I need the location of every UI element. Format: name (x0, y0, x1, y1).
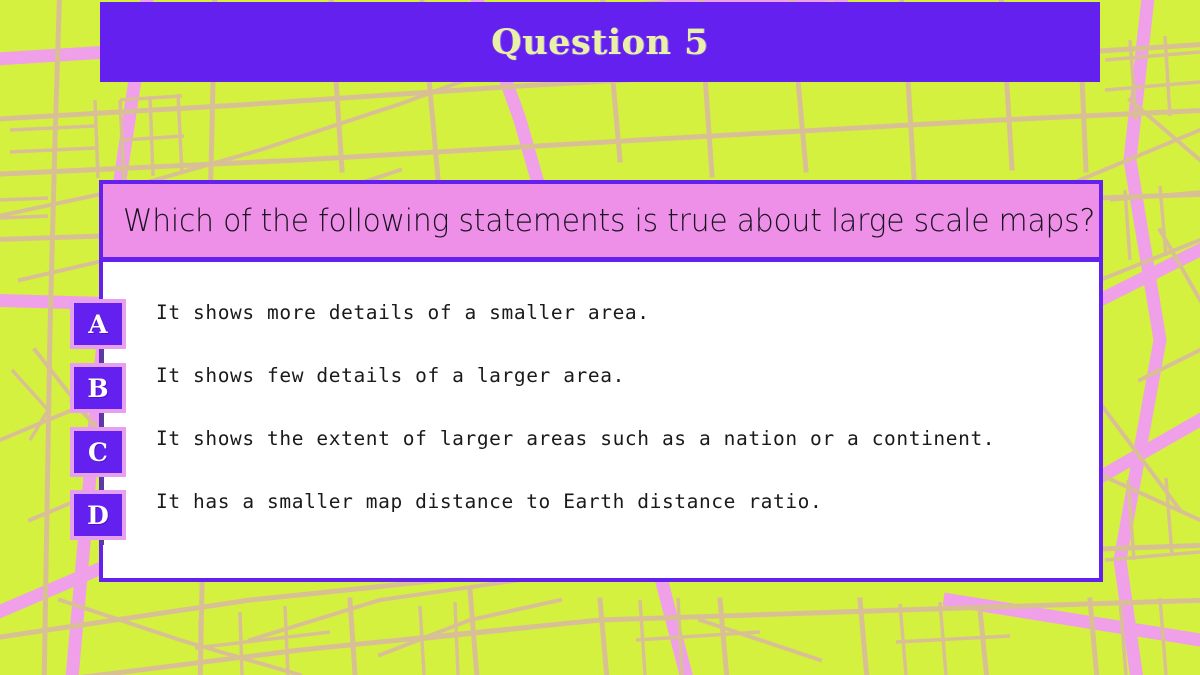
answer-option-a[interactable]: It shows more details of a smaller area. (103, 281, 1099, 344)
answer-option-b[interactable]: It shows few details of a larger area. (103, 344, 1099, 407)
option-badge-b-letter: B (87, 373, 109, 403)
option-badge-c[interactable]: C (70, 427, 126, 477)
answer-option-a-text: It shows more details of a smaller area. (156, 301, 650, 324)
question-card: Which of the following statements is tru… (99, 180, 1103, 582)
answer-option-b-text: It shows few details of a larger area. (156, 364, 625, 387)
option-badge-a[interactable]: A (70, 299, 126, 349)
quiz-slide: Question 5 Which of the following statem… (0, 0, 1200, 675)
question-prompt-banner: Which of the following statements is tru… (103, 184, 1099, 262)
answer-option-c-text: It shows the extent of larger areas such… (156, 427, 996, 450)
option-badge-d-letter: D (87, 500, 109, 530)
option-badge-c-letter: C (88, 437, 108, 467)
option-badge-a-letter: A (88, 309, 108, 339)
answer-option-c[interactable]: It shows the extent of larger areas such… (103, 407, 1099, 470)
page-title: Question 5 (491, 21, 709, 63)
answer-option-d[interactable]: It has a smaller map distance to Earth d… (103, 470, 1099, 533)
answer-options-list: It shows more details of a smaller area.… (103, 262, 1099, 533)
question-text: Which of the following statements is tru… (123, 202, 1096, 239)
question-header-bar: Question 5 (100, 2, 1100, 82)
answer-option-d-text: It has a smaller map distance to Earth d… (156, 490, 823, 513)
option-badge-d[interactable]: D (70, 490, 126, 540)
option-badge-b[interactable]: B (70, 363, 126, 413)
